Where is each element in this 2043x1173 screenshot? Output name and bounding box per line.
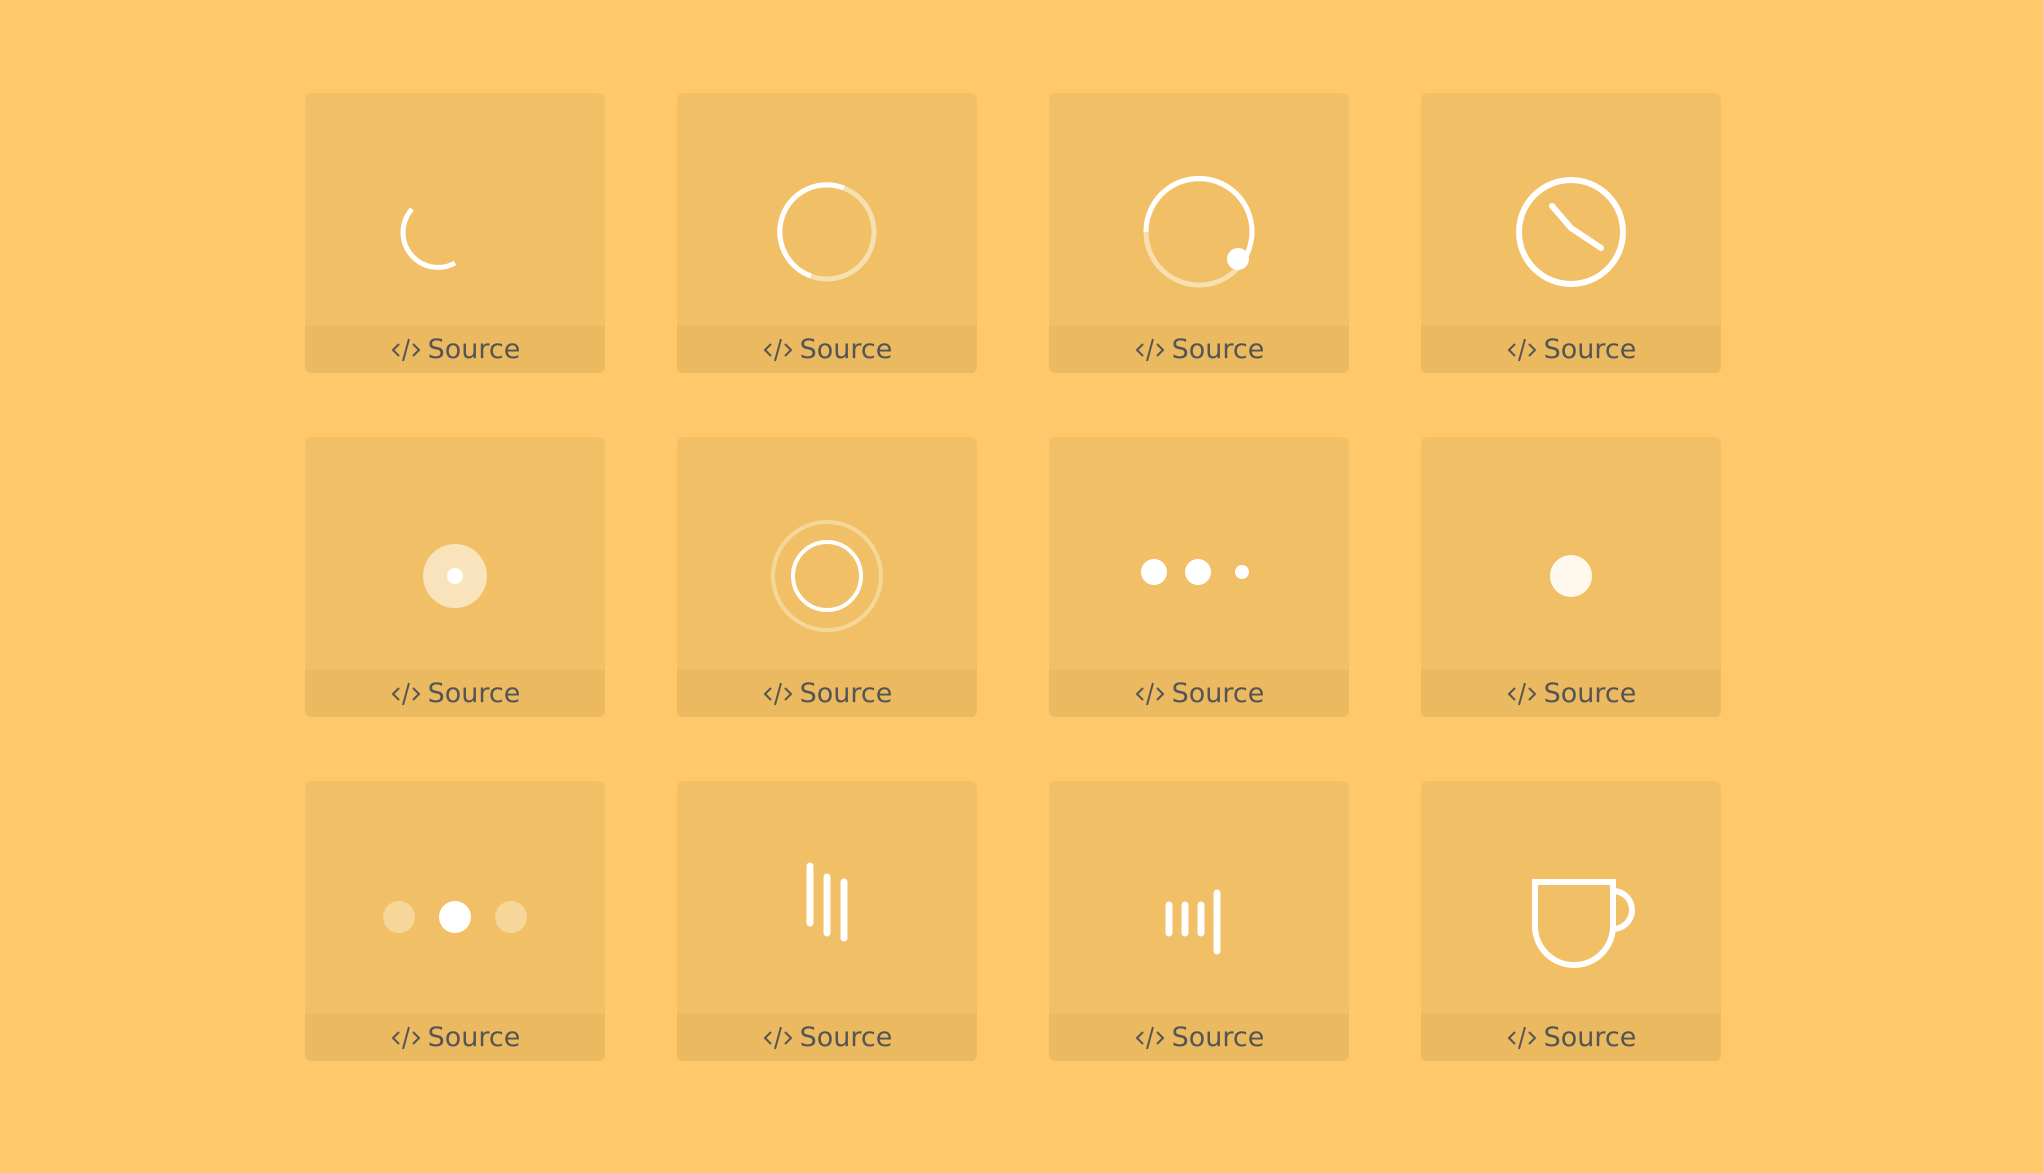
- source-label: Source: [427, 1022, 521, 1053]
- code-icon: [1135, 1026, 1165, 1049]
- ring-progress-icon: [777, 182, 877, 282]
- code-icon: [763, 338, 793, 361]
- source-link[interactable]: Source: [677, 326, 977, 373]
- code-icon: [1135, 338, 1165, 361]
- source-link[interactable]: Source: [1049, 326, 1349, 373]
- loader-card: Source: [677, 437, 977, 717]
- single-dot-icon: [1550, 555, 1592, 597]
- pulse-disc-icon: [423, 544, 487, 608]
- source-link[interactable]: Source: [305, 1014, 605, 1061]
- fading-dots-icon: [383, 901, 527, 933]
- code-icon: [391, 682, 421, 705]
- loader-card: Source: [1421, 93, 1721, 373]
- source-label: Source: [799, 334, 893, 365]
- source-link[interactable]: Source: [1421, 326, 1721, 373]
- code-icon: [1507, 338, 1537, 361]
- source-link[interactable]: Source: [1049, 670, 1349, 717]
- source-label: Source: [799, 1022, 893, 1053]
- source-link[interactable]: Source: [305, 326, 605, 373]
- source-link[interactable]: Source: [1421, 670, 1721, 717]
- code-icon: [1507, 1026, 1537, 1049]
- source-label: Source: [427, 334, 521, 365]
- source-label: Source: [1543, 334, 1637, 365]
- source-label: Source: [1171, 334, 1265, 365]
- code-icon: [391, 1026, 421, 1049]
- code-icon: [763, 1026, 793, 1049]
- loader-card: Source: [1421, 781, 1721, 1061]
- source-link[interactable]: Source: [1421, 1014, 1721, 1061]
- loader-card: Source: [1049, 437, 1349, 717]
- source-link[interactable]: Source: [305, 670, 605, 717]
- loader-grid: Source Source Source Source Source Sourc…: [305, 93, 1721, 1061]
- clock-icon: [1516, 177, 1626, 287]
- double-ring-icon: [771, 520, 883, 632]
- source-link[interactable]: Source: [677, 1014, 977, 1061]
- source-link[interactable]: Source: [1049, 1014, 1349, 1061]
- source-label: Source: [799, 678, 893, 709]
- orbit-dot-icon: [1143, 175, 1255, 288]
- loader-card: Source: [305, 93, 605, 373]
- code-icon: [1507, 682, 1537, 705]
- loader-card: Source: [1049, 93, 1349, 373]
- spinner-arc-icon: [400, 207, 457, 270]
- equalizer-icon: [1165, 889, 1221, 955]
- code-icon: [391, 338, 421, 361]
- source-label: Source: [427, 678, 521, 709]
- loader-card: Source: [1049, 781, 1349, 1061]
- bars-icon: [806, 862, 848, 942]
- code-icon: [1135, 682, 1165, 705]
- three-dots-icon: [1141, 559, 1249, 585]
- loader-card: Source: [677, 93, 977, 373]
- code-icon: [763, 682, 793, 705]
- loader-card: Source: [1421, 437, 1721, 717]
- coffee-cup-icon: [1532, 879, 1635, 968]
- source-label: Source: [1171, 1022, 1265, 1053]
- source-link[interactable]: Source: [677, 670, 977, 717]
- source-label: Source: [1543, 1022, 1637, 1053]
- source-label: Source: [1543, 678, 1637, 709]
- loader-card: Source: [305, 781, 605, 1061]
- loader-card: Source: [677, 781, 977, 1061]
- loader-card: Source: [305, 437, 605, 717]
- source-label: Source: [1171, 678, 1265, 709]
